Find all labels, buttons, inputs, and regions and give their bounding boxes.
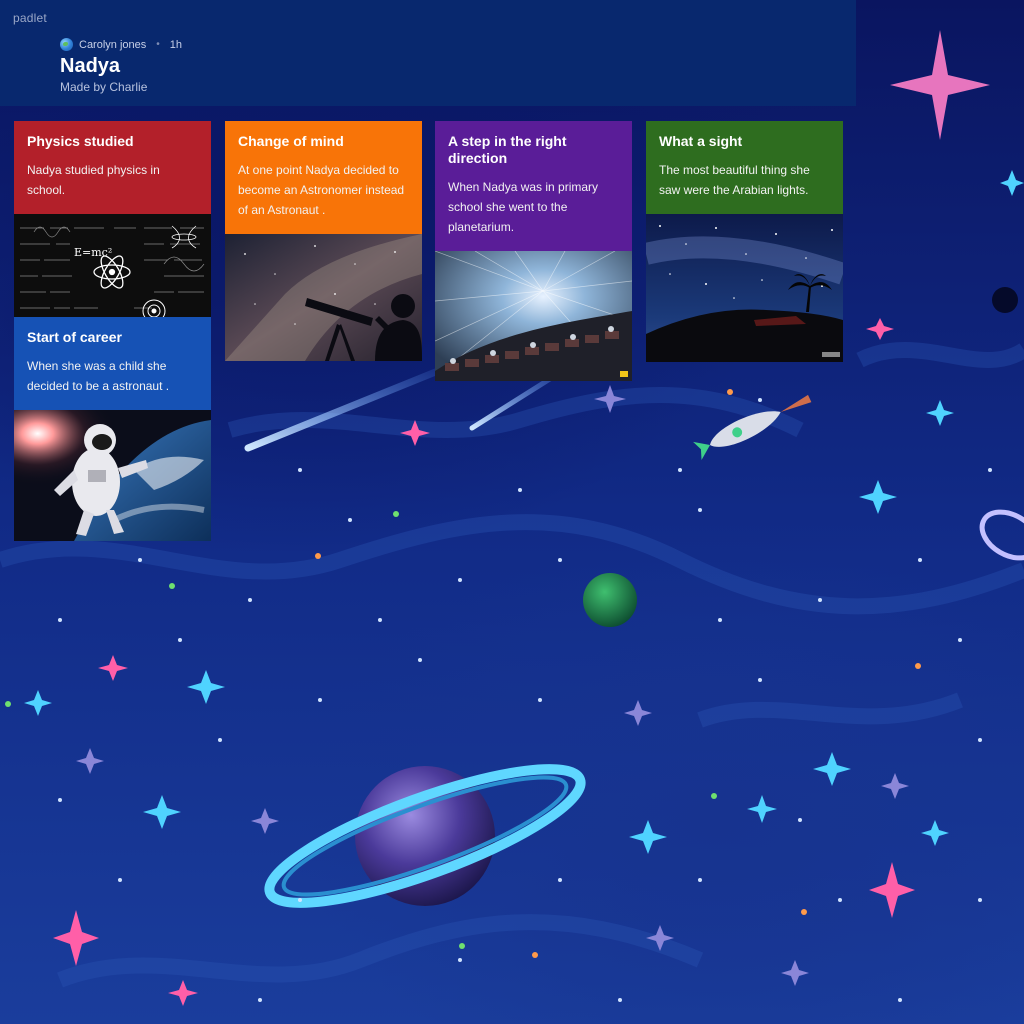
card-header: What a sight The most beautiful thing sh…: [646, 121, 843, 214]
physics-equations-image[interactable]: E=mc²: [14, 214, 211, 331]
planetarium-dome-image[interactable]: [435, 251, 632, 381]
separator-dot: •: [156, 39, 160, 50]
card-body: When Nadya was in primary school she wen…: [448, 180, 599, 234]
card-title: A step in the right direction: [448, 133, 567, 166]
board-header: padlet Carolyn jones • 1h Nadya Made by …: [0, 0, 856, 106]
card-header: Change of mind At one point Nadya decide…: [225, 121, 422, 234]
card-title: Change of mind: [238, 133, 344, 149]
astronaut-spacewalk-image[interactable]: [14, 410, 211, 541]
post-card-what-a-sight[interactable]: What a sight The most beautiful thing sh…: [646, 121, 843, 362]
post-time: 1h: [169, 38, 183, 51]
card-header: Start of career When she was a child she…: [14, 317, 211, 410]
card-body: Nadya studied physics in school.: [27, 163, 160, 197]
card-title: Physics studied: [27, 133, 134, 149]
card-header: A step in the right direction When Nadya…: [435, 121, 632, 251]
author-row: Carolyn jones • 1h: [60, 38, 182, 51]
card-body: When she was a child she decided to be a…: [27, 359, 170, 393]
post-card-change-of-mind[interactable]: Change of mind At one point Nadya decide…: [225, 121, 422, 361]
post-card-start-of-career[interactable]: Start of career When she was a child she…: [14, 317, 211, 541]
telescope-silhouette-image[interactable]: [225, 234, 422, 361]
card-body: At one point Nadya decided to become an …: [238, 163, 405, 217]
author-name[interactable]: Carolyn jones: [79, 39, 146, 51]
card-body: The most beautiful thing she saw were th…: [659, 163, 810, 197]
card-title: What a sight: [659, 133, 743, 149]
desert-night-sky-image[interactable]: [646, 214, 843, 362]
post-card-physics-studied[interactable]: Physics studied Nadya studied physics in…: [14, 121, 211, 331]
board-subtitle: Made by Charlie: [60, 80, 148, 94]
card-header: Physics studied Nadya studied physics in…: [14, 121, 211, 214]
board-title: Nadya: [60, 55, 121, 77]
padlet-logo[interactable]: padlet: [13, 11, 47, 25]
card-title: Start of career: [27, 329, 122, 345]
post-card-step-right-direction[interactable]: A step in the right direction When Nadya…: [435, 121, 632, 381]
globe-icon: [60, 38, 73, 51]
